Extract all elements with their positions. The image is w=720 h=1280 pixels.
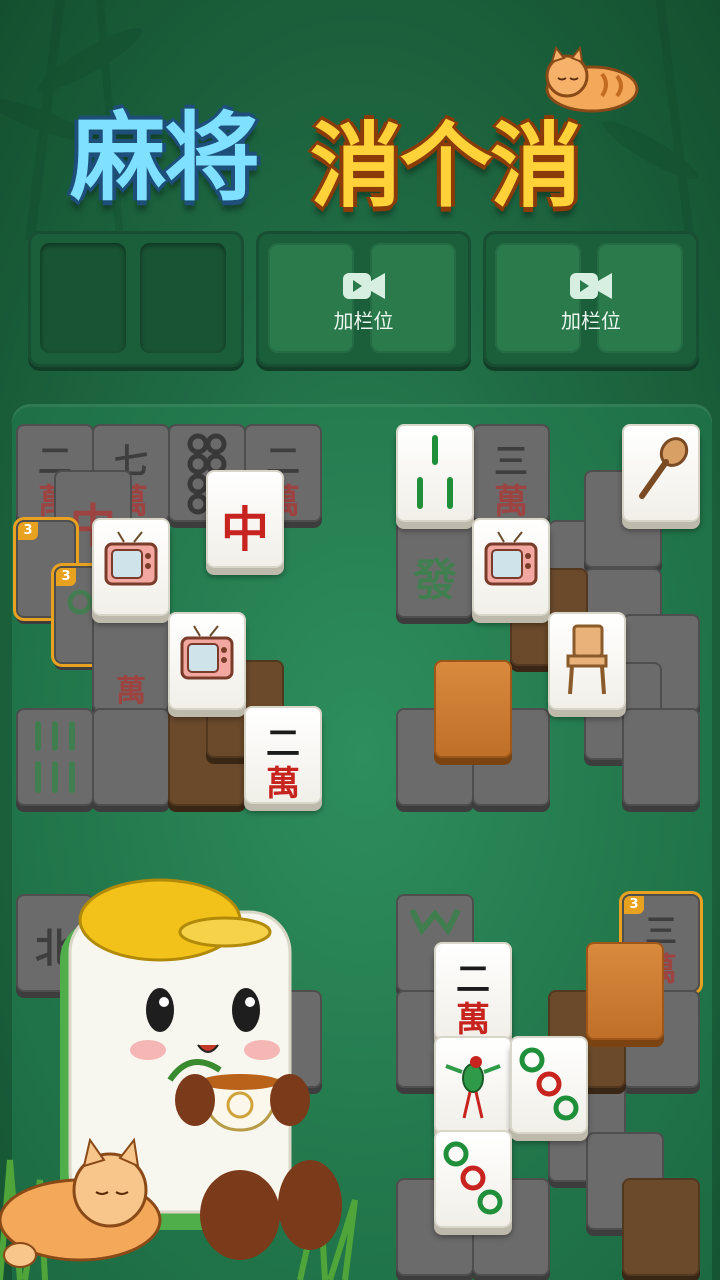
tile-chair-dark[interactable]	[92, 708, 170, 806]
tile-wood[interactable]	[434, 660, 512, 758]
chair-icon	[566, 624, 608, 695]
tile-spoon[interactable]	[622, 424, 700, 522]
video-ad-icon	[570, 273, 612, 299]
tile-tv[interactable]	[92, 518, 170, 616]
add-slot-label: 加栏位	[561, 309, 621, 333]
add-slot-button-1[interactable]: 加栏位	[256, 269, 471, 334]
tv-icon	[484, 531, 538, 586]
tile-wood-dark-br-2[interactable]	[622, 1178, 700, 1276]
spoon-icon	[639, 437, 689, 499]
tile-er-wan-4[interactable]: 二 萬	[434, 942, 512, 1040]
tile-wood-2[interactable]	[586, 942, 664, 1040]
tile-san-wan[interactable]: 三 萬	[472, 424, 550, 522]
bird-icon	[445, 1056, 501, 1119]
tile-three-circles-2[interactable]	[434, 1130, 512, 1228]
slot-group-1	[28, 231, 244, 367]
slot-group-3[interactable]: 加栏位	[483, 231, 699, 367]
tile-zhong-right-2[interactable]	[622, 708, 700, 806]
stack-count-badge: 3	[18, 522, 38, 540]
bamboo-icon	[417, 435, 453, 509]
tile-fa[interactable]: 發	[396, 520, 474, 618]
tile-tv-2[interactable]	[168, 612, 246, 710]
title-part1: 麻将	[70, 102, 260, 214]
video-ad-icon	[342, 273, 385, 299]
tv-icon	[180, 625, 234, 680]
slot-group-2[interactable]: 加栏位	[256, 231, 471, 367]
add-slot-button-2[interactable]: 加栏位	[483, 269, 699, 334]
mahjong-mascot	[0, 878, 358, 1280]
tile-bird[interactable]	[434, 1036, 512, 1134]
tile-slot-1	[40, 243, 126, 353]
three-circles-icon	[443, 1141, 503, 1215]
tile-tv-3[interactable]	[472, 518, 550, 616]
tile-three-circles[interactable]	[510, 1036, 588, 1134]
tile-chair[interactable]	[548, 612, 626, 710]
tile-er-wan-back[interactable]: 萬	[92, 614, 170, 712]
sleeping-cat-icon	[545, 45, 639, 113]
tile-zhong[interactable]: 中	[206, 470, 284, 568]
tile-slot-2	[140, 243, 226, 353]
tile-bamboo-dark[interactable]	[16, 708, 94, 806]
three-circles-icon	[519, 1047, 579, 1121]
tile-bamboo[interactable]	[396, 424, 474, 522]
tile-er-wan-3[interactable]: 二 萬	[244, 706, 322, 804]
tv-icon	[104, 531, 158, 586]
bamboo-icon	[35, 721, 75, 793]
add-slot-label: 加栏位	[333, 309, 394, 333]
